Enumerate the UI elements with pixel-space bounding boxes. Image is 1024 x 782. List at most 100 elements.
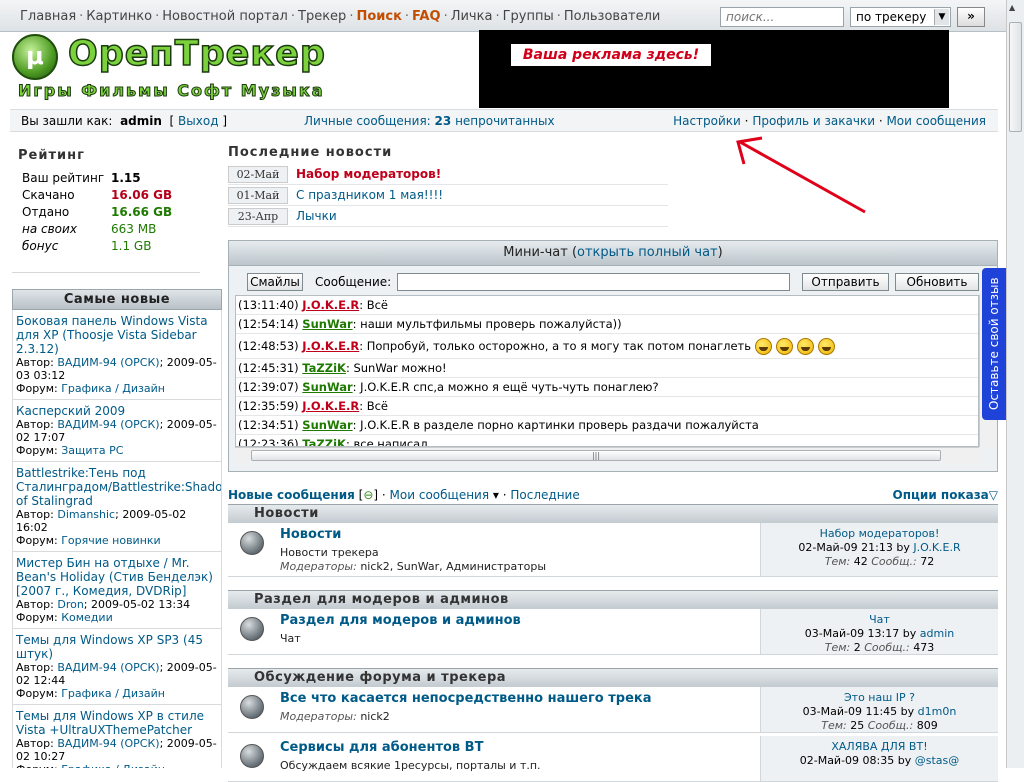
- forum-title-link[interactable]: Новости: [280, 527, 341, 542]
- site-logo[interactable]: μ ОрепТрекер Игры Фильмы Софт Музыка: [10, 32, 340, 108]
- posts-count: 809: [916, 719, 938, 732]
- latest-link[interactable]: Последние: [510, 488, 579, 502]
- settings-link[interactable]: Настройки: [673, 114, 741, 128]
- scrollbar-thumb[interactable]: |||: [251, 450, 941, 461]
- ad-banner[interactable]: Ваша реклама здесь!: [479, 30, 949, 108]
- chat-user[interactable]: SunWar: [302, 317, 352, 331]
- smiley-icon: [776, 338, 794, 355]
- profile-link[interactable]: Профиль и закачки: [752, 114, 875, 128]
- chat-user[interactable]: SunWar: [302, 380, 352, 394]
- page-scrollbar[interactable]: ▲: [1006, 0, 1024, 768]
- last-post-link[interactable]: Чат: [869, 613, 890, 626]
- last-post-link[interactable]: ХАЛЯВА ДЛЯ ВТ!: [831, 740, 927, 753]
- chat-user[interactable]: TaZZiK: [302, 361, 346, 375]
- chat-message-input[interactable]: [397, 273, 790, 291]
- nav-item[interactable]: Трекер: [298, 9, 346, 24]
- chat-user[interactable]: TaZZiK: [302, 437, 346, 446]
- author-link[interactable]: ВАДИМ-94 (ОРСК): [57, 418, 159, 431]
- category-header[interactable]: Раздел для модеров и админов: [228, 590, 998, 609]
- posts-icon: ▾: [492, 488, 499, 502]
- smiles-button[interactable]: Смайлы: [247, 273, 303, 291]
- newest-item-title[interactable]: Battlestrike:Тень под Сталинградом/Battl…: [16, 466, 221, 508]
- forum-link[interactable]: Защита PC: [61, 444, 123, 457]
- chat-log[interactable]: (13:11:40) J.O.K.E.R: Всё (12:54:14) SunW…: [235, 295, 979, 447]
- send-button[interactable]: Отправить: [802, 273, 889, 291]
- chat-message: (13:11:40) J.O.K.E.R: Всё: [236, 296, 978, 315]
- utorrent-logo-icon: μ: [12, 34, 58, 80]
- nav-item[interactable]: Картинко: [86, 9, 152, 24]
- rating-key: на своих: [22, 221, 77, 236]
- display-options-link[interactable]: Опции показа▽: [893, 488, 998, 502]
- nav-item[interactable]: Поиск: [356, 9, 401, 24]
- top-navigation: Главная · Картинко · Новостной портал · Трекер…: [0, 0, 1006, 32]
- forum-link[interactable]: Графика / Дизайн: [61, 687, 165, 700]
- last-post-user[interactable]: admin: [920, 627, 954, 640]
- author-link[interactable]: ВАДИМ-94 (ОРСК): [57, 356, 159, 369]
- nav-item[interactable]: Пользователи: [564, 9, 661, 24]
- news-link[interactable]: Набор модераторов!: [296, 167, 441, 181]
- forum-title-link[interactable]: Раздел для модеров и админов: [280, 613, 521, 628]
- refresh-button[interactable]: Обновить: [895, 273, 979, 291]
- forum-link[interactable]: Горячие новинки: [61, 534, 161, 547]
- last-post-user[interactable]: @stas@: [915, 754, 960, 767]
- rating-value: 1.1 GB: [111, 238, 152, 253]
- my-messages-link[interactable]: Мои сообщения: [886, 114, 986, 128]
- chat-user[interactable]: J.O.K.E.R: [302, 339, 359, 353]
- newest-item-title[interactable]: Темы для Windows XP в стиле Vista +Ultra…: [16, 709, 218, 737]
- news-link[interactable]: С праздником 1 мая!!!!: [296, 188, 443, 202]
- newest-item-title[interactable]: Темы для Windows XP SP3 (45 штук): [16, 633, 218, 661]
- last-post-link[interactable]: Это наш IP ?: [844, 691, 915, 704]
- private-messages-link[interactable]: Личные сообщения: 23 непрочитанных: [304, 114, 555, 128]
- category-header[interactable]: Обсуждение форума и трекера: [228, 668, 998, 687]
- author-link[interactable]: Dimanshic: [57, 508, 115, 521]
- forum-title-link[interactable]: Сервисы для абонентов ВТ: [280, 740, 483, 755]
- my-posts-link[interactable]: Мои сообщения: [390, 488, 490, 502]
- last-post-date: 03-Май-09 13:17: [804, 627, 900, 640]
- nav-item[interactable]: Главная: [20, 9, 76, 24]
- news-title: Последние новости: [228, 145, 393, 160]
- open-full-chat-link[interactable]: открыть полный чат: [577, 245, 718, 260]
- author-link[interactable]: ВАДИМ-94 (ОРСК): [57, 737, 159, 750]
- forum-link[interactable]: Комедии: [61, 611, 113, 624]
- forum-link[interactable]: Графика / Дизайн: [61, 763, 165, 768]
- new-posts-link[interactable]: Новые сообщения: [228, 488, 355, 502]
- newest-list: Боковая панель Windows Vista для XP (Tho…: [12, 310, 222, 768]
- newest-item-title[interactable]: Касперский 2009: [16, 404, 218, 418]
- author-link[interactable]: Dron: [57, 598, 83, 611]
- last-post-link[interactable]: Набор модераторов!: [820, 527, 940, 540]
- forum-title-link[interactable]: Все что касается непосредственно нашего …: [280, 691, 652, 706]
- mini-chat: Мини-чат (открыть полный чат) Смайлы Соо…: [228, 240, 998, 472]
- news-link[interactable]: Лычки: [296, 209, 337, 223]
- forum-row: Раздел для модеров и админов Чат Чат 03-Май…: [228, 609, 998, 655]
- news-date: 01-Май: [228, 186, 288, 204]
- chat-user[interactable]: J.O.K.E.R: [302, 399, 359, 413]
- nav-item[interactable]: FAQ: [412, 9, 441, 24]
- newest-item-title[interactable]: Мистер Бин на отдыхе / Mr. Bean's Holida…: [16, 556, 218, 598]
- forum-link[interactable]: Графика / Дизайн: [61, 382, 165, 395]
- scroll-up-icon[interactable]: ▲: [1009, 3, 1015, 12]
- new-posts-icon[interactable]: ⊖: [363, 488, 373, 502]
- chat-text: : Попробуй, только осторожно, а то я мог…: [359, 339, 752, 353]
- last-post-user[interactable]: J.O.K.E.R: [913, 541, 960, 554]
- search-submit-button[interactable]: »: [957, 7, 985, 27]
- forum-description: Чат: [280, 632, 301, 645]
- search-input[interactable]: [720, 7, 844, 27]
- feedback-tab[interactable]: Оставьте свой отзыв: [982, 268, 1006, 420]
- chat-user[interactable]: J.O.K.E.R: [302, 298, 359, 312]
- logout-link[interactable]: Выход: [178, 114, 218, 128]
- nav-item[interactable]: Новостной портал: [162, 9, 288, 24]
- nav-item[interactable]: Личка: [451, 9, 493, 24]
- chevron-down-icon[interactable]: ▼: [934, 9, 949, 25]
- category-header[interactable]: Новости: [228, 504, 998, 523]
- chat-message: (12:34:51) SunWar: J.O.K.E.R в разделе п…: [236, 416, 978, 435]
- newest-item-title[interactable]: Боковая панель Windows Vista для XP (Tho…: [16, 314, 218, 356]
- scrollbar-thumb[interactable]: [1009, 22, 1022, 132]
- username[interactable]: admin: [120, 114, 162, 128]
- nav-item[interactable]: Группы: [503, 9, 554, 24]
- author-link[interactable]: ВАДИМ-94 (ОРСК): [57, 661, 159, 674]
- chat-horizontal-scrollbar[interactable]: |||: [235, 447, 979, 463]
- chat-user[interactable]: SunWar: [302, 418, 352, 432]
- search-scope-select[interactable]: по трекеру ▼: [850, 7, 951, 27]
- newest-item: Battlestrike:Тень под Сталинградом/Battl…: [13, 462, 221, 552]
- last-post-user[interactable]: d1m0n: [918, 705, 957, 718]
